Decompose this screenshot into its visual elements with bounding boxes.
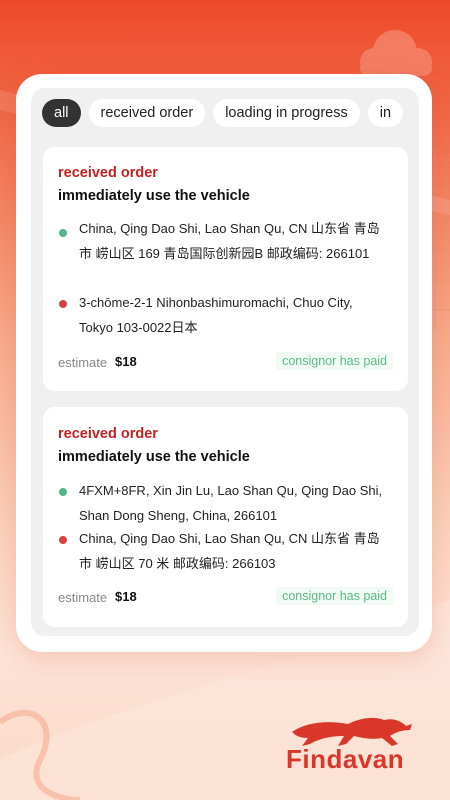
- destination-address: China, Qing Dao Shi, Lao Shan Qu, CN 山东省…: [79, 531, 380, 571]
- tab-received-order[interactable]: received order: [88, 99, 206, 127]
- tab-in-transit[interactable]: in: [367, 99, 404, 127]
- running-cheetah-icon: [292, 717, 412, 746]
- origin-address: China, Qing Dao Shi, Lao Shan Qu, CN 山东省…: [79, 221, 380, 261]
- tab-loading-in-progress[interactable]: loading in progress: [213, 99, 360, 127]
- brand-name: Findavan: [286, 744, 405, 774]
- origin-dot-icon: [59, 229, 67, 237]
- order-card[interactable]: received order immediately use the vehic…: [43, 407, 408, 627]
- origin-dot-icon: [59, 488, 67, 496]
- order-card[interactable]: received order immediately use the vehic…: [43, 147, 408, 391]
- estimate-value: $18: [115, 354, 137, 369]
- destination-dot-icon: [59, 536, 67, 544]
- estimate-value: $18: [115, 589, 137, 604]
- order-list-screen: all received order loading in progress in r…: [31, 88, 419, 636]
- order-title: immediately use the vehicle: [58, 188, 250, 204]
- estimate-label: estimate: [58, 355, 108, 370]
- filter-tabs: all received order loading in progress in: [42, 99, 419, 127]
- order-title: immediately use the vehicle: [58, 449, 250, 465]
- tab-all[interactable]: all: [42, 99, 81, 127]
- payment-status-badge: consignor has paid: [276, 587, 393, 605]
- cloud-icon: [360, 30, 432, 76]
- origin-address: 4FXM+8FR, Xin Jin Lu, Lao Shan Qu, Qing …: [79, 483, 383, 523]
- estimate-label: estimate: [58, 590, 108, 605]
- order-status: received order: [58, 426, 158, 442]
- order-status: received order: [58, 165, 158, 181]
- payment-status-badge: consignor has paid: [276, 352, 393, 370]
- destination-dot-icon: [59, 300, 67, 308]
- destination-address: 3-chōme-2-1 Nihonbashimuromachi, Chuo Ci…: [79, 295, 353, 335]
